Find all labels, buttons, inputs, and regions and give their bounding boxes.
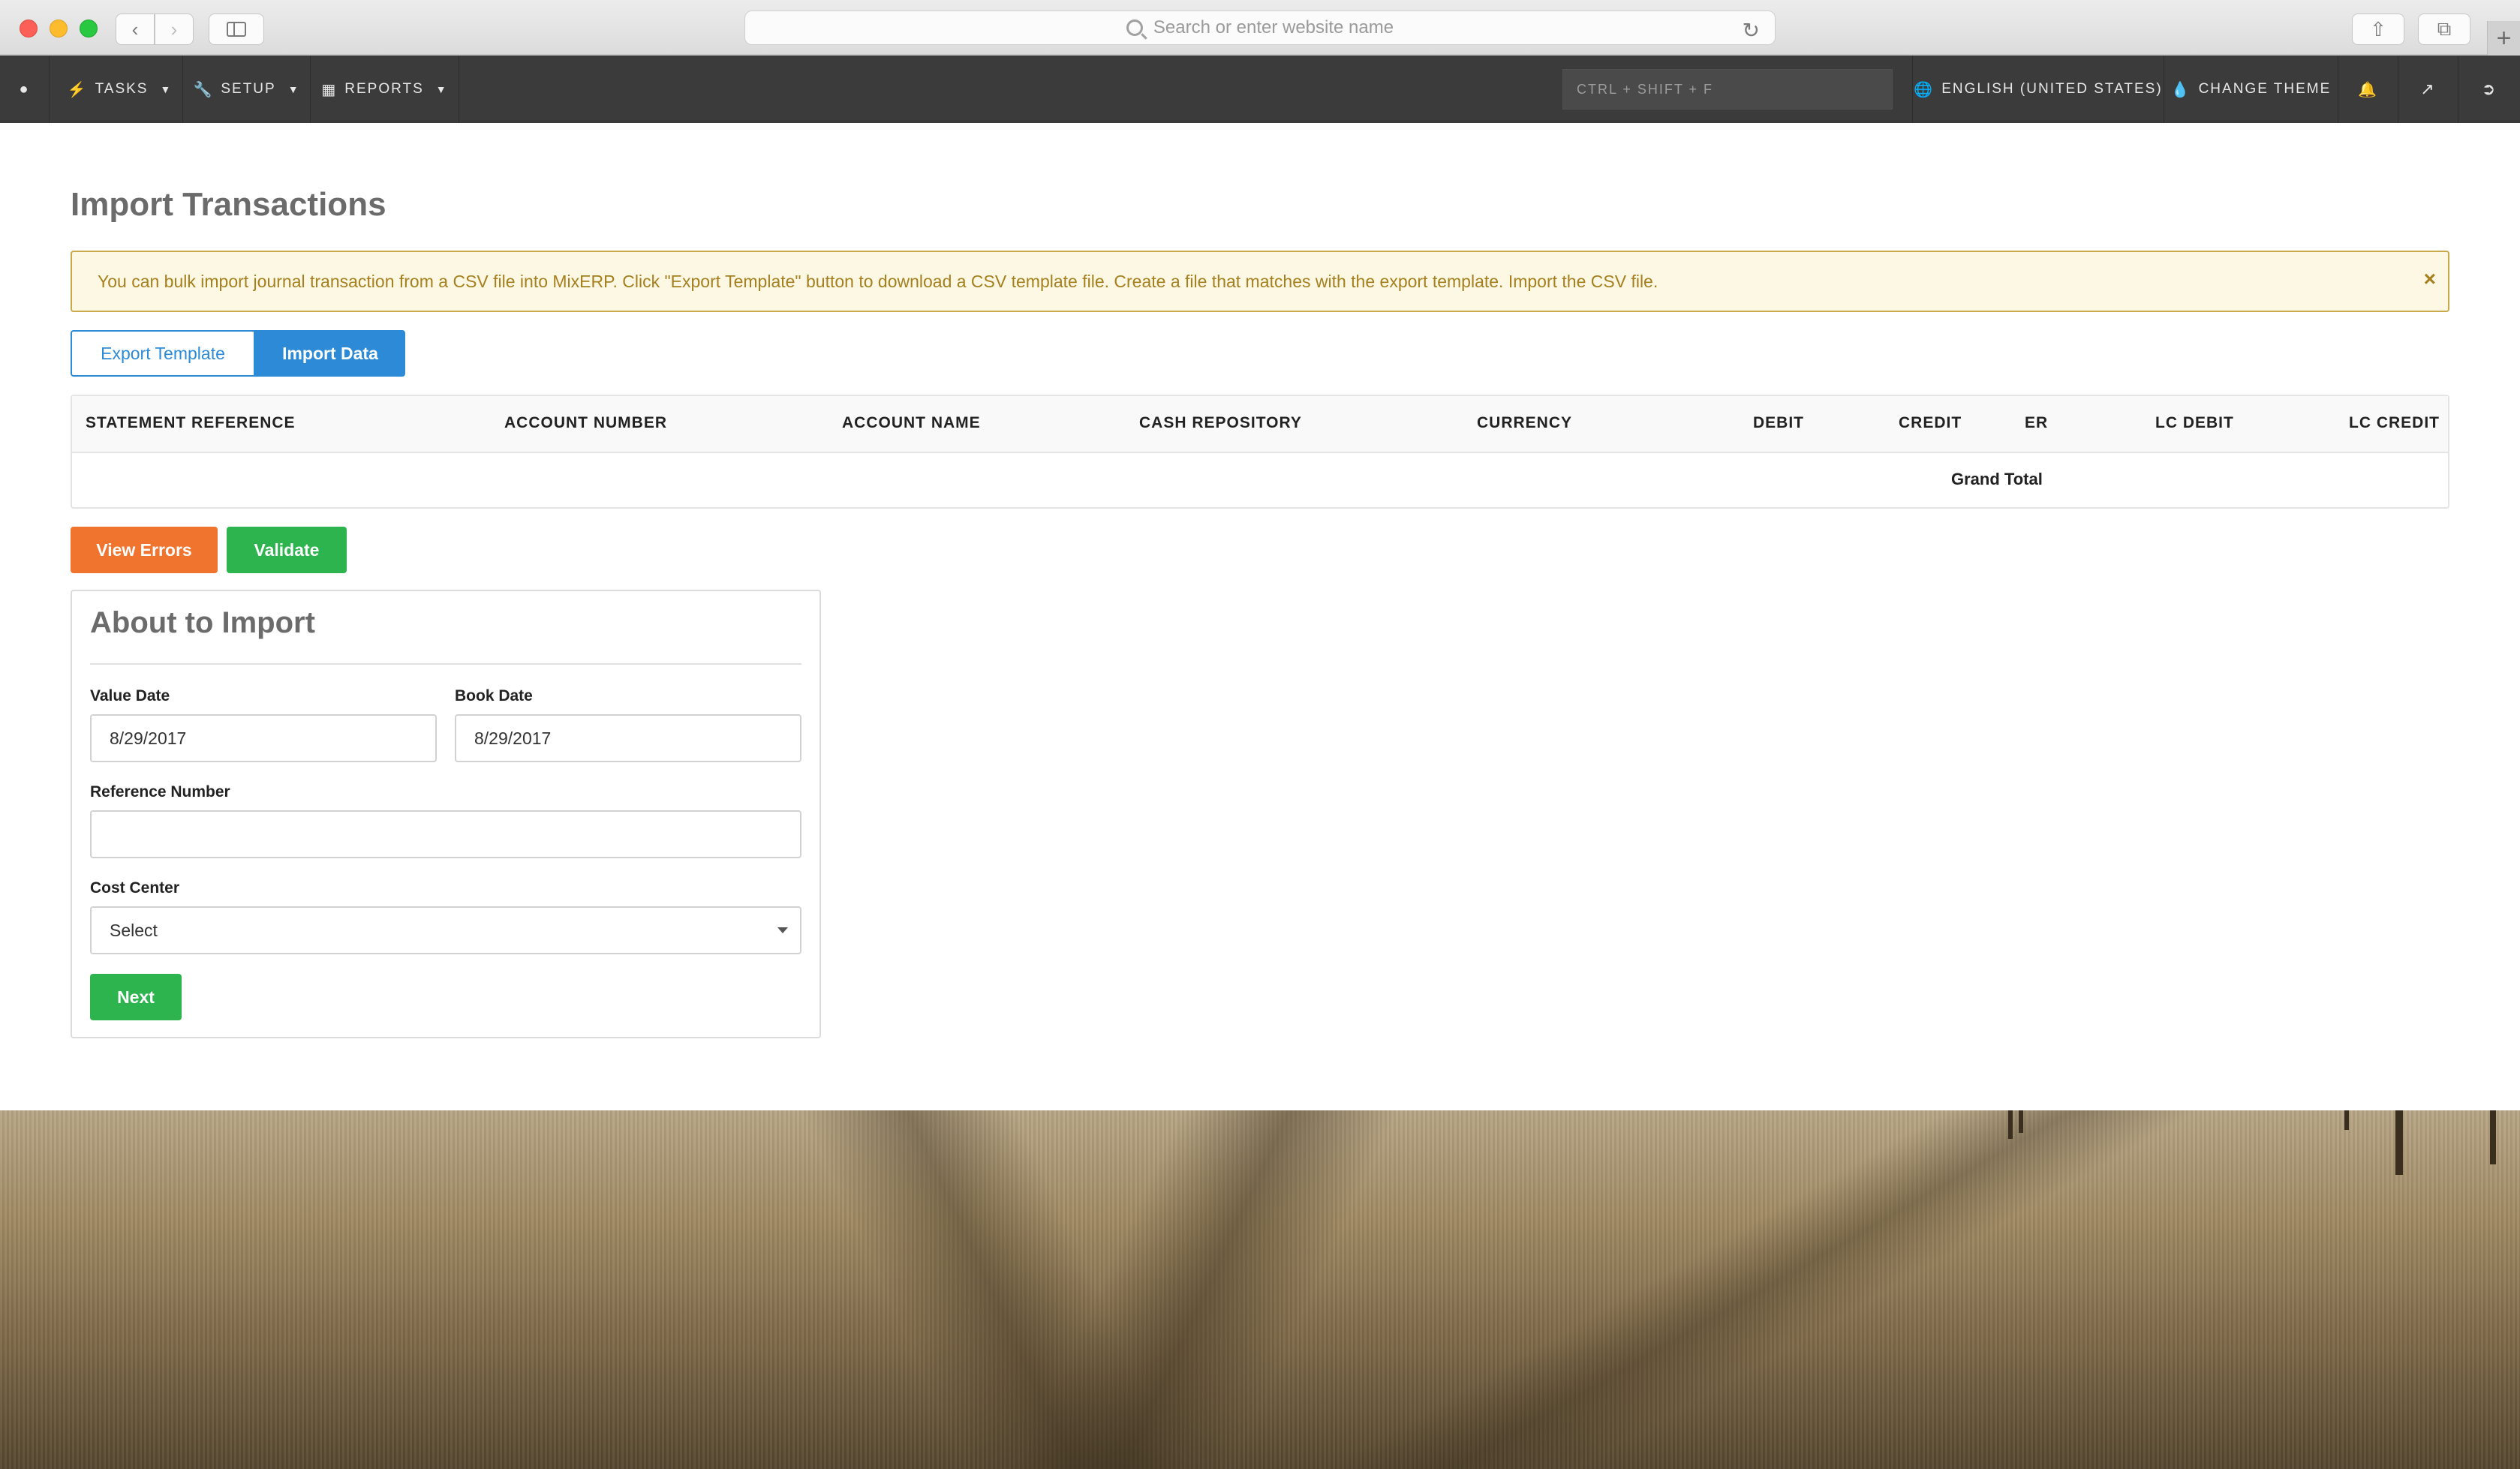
sidebar-toggle-button[interactable] [209, 14, 264, 45]
share-button[interactable]: ⇧ [2352, 14, 2404, 45]
tree-trunk [2008, 1110, 2013, 1139]
about-to-import-panel: About to Import Value Date 8/29/2017 Boo… [71, 590, 821, 1038]
external-link-icon: ↗ [2420, 80, 2436, 98]
tabs-icon: ⧉ [2437, 17, 2452, 40]
tree-trunk [2395, 1110, 2403, 1175]
address-placeholder: Search or enter website name [1153, 17, 1394, 38]
language-selector[interactable]: 🌐 ENGLISH (UNITED STATES) [1912, 56, 2164, 123]
cost-center-selected: Select [110, 920, 158, 940]
divider [90, 663, 801, 665]
address-bar[interactable]: Search or enter website name ↻ [744, 11, 1776, 45]
book-date-value: 8/29/2017 [474, 728, 552, 748]
transactions-grid: STATEMENT REFERENCE ACCOUNT NUMBER ACCOU… [71, 395, 2449, 509]
grid-icon: ▦ [321, 81, 338, 98]
nav-tasks[interactable]: ⚡ TASKS ▼ [57, 56, 183, 123]
pin-icon: ● [19, 80, 30, 98]
caret-down-icon: ▼ [160, 83, 173, 95]
validate-button[interactable]: Validate [227, 527, 347, 573]
nav-reports[interactable]: ▦ REPORTS ▼ [311, 56, 459, 123]
minimize-window-button[interactable] [50, 20, 68, 38]
page-title: Import Transactions [71, 186, 386, 223]
reference-number-label: Reference Number [90, 783, 230, 801]
import-data-button[interactable]: Import Data [255, 330, 405, 377]
nav-setup[interactable]: 🔧 SETUP ▼ [183, 56, 311, 123]
column-header: LC CREDIT [2349, 414, 2440, 431]
share-icon: ⇧ [2370, 17, 2386, 41]
column-header: ACCOUNT NAME [842, 414, 981, 431]
column-header: CASH REPOSITORY [1139, 414, 1302, 431]
new-tab-button[interactable]: + [2487, 21, 2520, 56]
chevron-left-icon: ‹ [131, 17, 139, 41]
grand-total-label: Grand Total [1951, 470, 2043, 488]
grid-header: STATEMENT REFERENCE ACCOUNT NUMBER ACCOU… [72, 396, 2448, 453]
plus-icon: + [2496, 23, 2512, 53]
change-theme-label: CHANGE THEME [2198, 81, 2332, 97]
book-date-label: Book Date [455, 687, 533, 704]
cost-center-label: Cost Center [90, 879, 180, 897]
open-external-button[interactable]: ↗ [2398, 56, 2458, 123]
column-header: DEBIT [1753, 414, 1804, 431]
column-header: ACCOUNT NUMBER [504, 414, 667, 431]
search-icon [1126, 20, 1143, 36]
tree-trunk [2344, 1110, 2349, 1130]
panel-title: About to Import [90, 606, 315, 639]
reload-icon[interactable]: ↻ [1743, 18, 1760, 43]
bolt-icon: ⚡ [67, 81, 88, 98]
back-button[interactable]: ‹ [116, 14, 155, 45]
notifications-button[interactable]: 🔔 [2338, 56, 2398, 123]
sidebar-icon [227, 22, 246, 37]
nav-reports-label: REPORTS [344, 81, 424, 97]
bell-icon: 🔔 [2358, 81, 2378, 98]
column-header: ER [2025, 414, 2049, 431]
value-date-label: Value Date [90, 687, 170, 704]
sign-out-button[interactable]: ➲ [2458, 56, 2520, 123]
caret-down-icon: ▼ [435, 83, 448, 95]
column-header: STATEMENT REFERENCE [86, 414, 296, 431]
globe-icon: 🌐 [1914, 81, 1935, 98]
view-errors-button[interactable]: View Errors [71, 527, 218, 573]
tabs-overview-button[interactable]: ⧉ [2418, 14, 2470, 45]
close-icon[interactable]: × [2424, 267, 2436, 291]
cost-center-select[interactable]: Select [90, 906, 801, 954]
export-template-button[interactable]: Export Template [71, 330, 255, 377]
maximize-window-button[interactable] [80, 20, 98, 38]
column-header: CREDIT [1899, 414, 1962, 431]
pin-menu-button[interactable]: ● [0, 56, 50, 123]
alert-message: You can bulk import journal transaction … [98, 271, 1658, 291]
droplet-icon: 💧 [2170, 81, 2191, 98]
browser-toolbar: ‹ › Search or enter website name ↻ ⇧ ⧉ + [0, 0, 2520, 56]
forward-button[interactable]: › [155, 14, 194, 45]
tree-trunk [2490, 1110, 2496, 1164]
nav-setup-label: SETUP [221, 81, 276, 97]
change-theme-button[interactable]: 💧 CHANGE THEME [2164, 56, 2338, 123]
global-search-placeholder: CTRL + SHIFT + F [1577, 81, 1714, 97]
value-date-field[interactable]: 8/29/2017 [90, 714, 437, 762]
language-label: ENGLISH (UNITED STATES) [1941, 81, 2163, 97]
caret-down-icon [777, 927, 788, 933]
wrench-icon: 🔧 [193, 81, 214, 98]
info-alert: You can bulk import journal transaction … [71, 251, 2449, 312]
global-search-input[interactable]: CTRL + SHIFT + F [1562, 69, 1893, 110]
chevron-right-icon: › [170, 17, 178, 41]
value-date-value: 8/29/2017 [110, 728, 187, 748]
background-photo [0, 1110, 2520, 1469]
app-navbar: ● ⚡ TASKS ▼ 🔧 SETUP ▼ ▦ REPORTS ▼ CTRL +… [0, 56, 2520, 123]
tree-trunk [2019, 1110, 2023, 1133]
caret-down-icon: ▼ [287, 83, 300, 95]
close-window-button[interactable] [20, 20, 38, 38]
sign-out-icon: ➲ [2481, 80, 2497, 98]
reference-number-field[interactable] [90, 810, 801, 858]
nav-tasks-label: TASKS [95, 81, 149, 97]
column-header: LC DEBIT [2155, 414, 2234, 431]
next-button[interactable]: Next [90, 974, 182, 1020]
column-header: CURRENCY [1477, 414, 1573, 431]
book-date-field[interactable]: 8/29/2017 [455, 714, 801, 762]
